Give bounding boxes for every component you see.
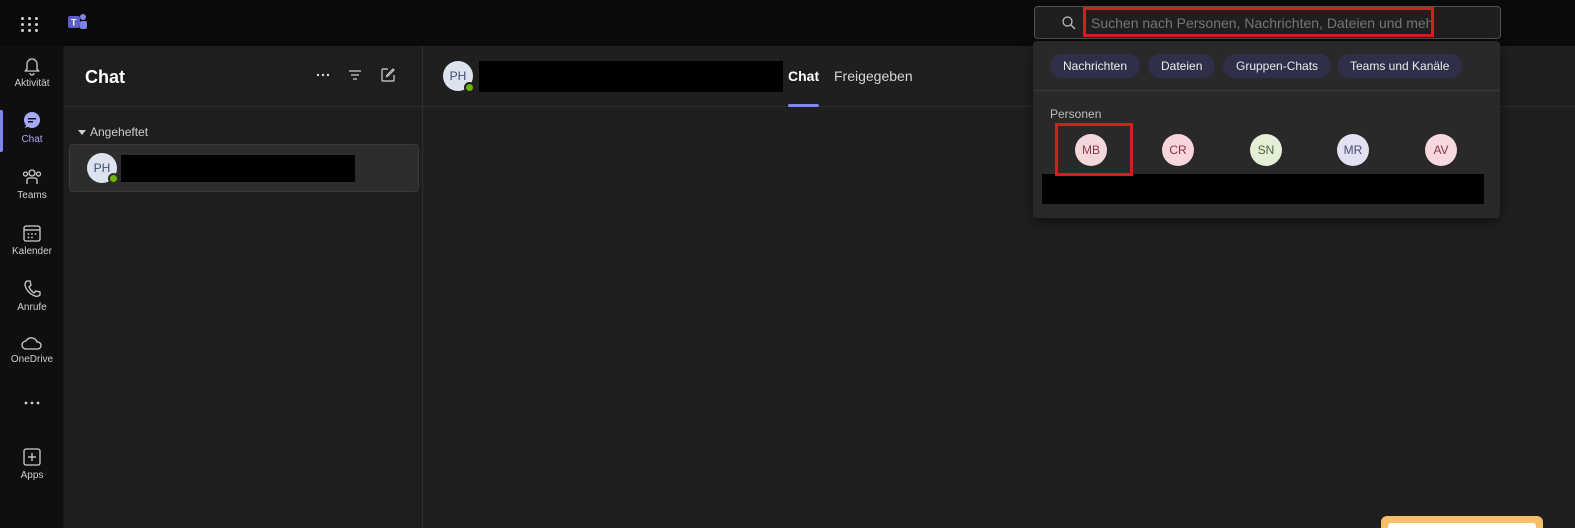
rail-item-apps[interactable]: Apps xyxy=(0,440,64,492)
chat-list-pane: Chat Angeheftet PH xyxy=(64,46,423,528)
more-icon xyxy=(24,401,40,405)
chat-icon xyxy=(24,112,40,128)
notification-toast-body xyxy=(1388,523,1536,528)
rail-item-label: Kalender xyxy=(11,246,53,257)
bell-icon xyxy=(24,58,40,76)
divider xyxy=(1033,90,1500,91)
tab-chat[interactable]: Chat xyxy=(788,68,820,107)
person-suggestion-sn[interactable]: SN xyxy=(1250,134,1282,166)
person-suggestion-mr[interactable]: MR xyxy=(1337,134,1369,166)
svg-text:T: T xyxy=(71,18,77,28)
presence-available-icon xyxy=(108,173,119,184)
rail-item-label: Teams xyxy=(17,190,47,201)
teams-logo-icon: T xyxy=(68,14,87,29)
rail-item-teams[interactable]: Teams xyxy=(0,160,64,212)
redacted-contact-name xyxy=(479,61,783,92)
filter-chip-files[interactable]: Dateien xyxy=(1148,54,1216,78)
search-highlight-box xyxy=(1083,7,1434,37)
app-rail: Aktivität Chat Teams Kalender Anrufe One… xyxy=(0,46,64,528)
redacted-person-name xyxy=(1042,174,1484,204)
people-section-label: Personen xyxy=(1050,107,1102,121)
pinned-section-toggle[interactable]: Angeheftet xyxy=(78,125,148,139)
filter-icon xyxy=(349,70,361,80)
calendar-icon xyxy=(23,225,41,242)
rail-item-label: Apps xyxy=(20,470,44,481)
rail-item-label: Anrufe xyxy=(17,302,47,313)
app-launcher-icon[interactable] xyxy=(18,12,42,36)
pinned-label: Angeheftet xyxy=(90,125,149,139)
filter-chip-messages[interactable]: Nachrichten xyxy=(1050,54,1141,78)
rail-item-chat[interactable]: Chat xyxy=(0,104,64,156)
rail-item-activity[interactable]: Aktivität xyxy=(0,48,64,100)
more-icon xyxy=(316,73,330,77)
rail-item-onedrive[interactable]: OneDrive xyxy=(0,328,64,380)
compose-icon xyxy=(381,68,395,82)
more-options-button[interactable] xyxy=(313,67,333,87)
teams-icon xyxy=(22,169,42,184)
filter-button[interactable] xyxy=(345,67,365,87)
rail-item-label: Aktivität xyxy=(14,78,50,89)
person-highlight-box xyxy=(1055,123,1133,176)
redacted-chat-name xyxy=(121,155,355,182)
add-app-icon xyxy=(23,448,41,466)
chat-list-header: Chat xyxy=(64,46,422,107)
presence-available-icon xyxy=(464,82,475,93)
search-icon xyxy=(1062,16,1076,30)
person-suggestion-cr[interactable]: CR xyxy=(1162,134,1194,166)
rail-item-calls[interactable]: Anrufe xyxy=(0,272,64,324)
phone-icon xyxy=(24,280,41,297)
rail-item-more[interactable] xyxy=(0,386,64,438)
cloud-icon xyxy=(21,337,42,350)
tab-shared[interactable]: Freigegeben xyxy=(834,68,913,84)
chevron-down-icon xyxy=(78,130,86,136)
filter-chip-group-chats[interactable]: Gruppen-Chats xyxy=(1223,54,1332,78)
rail-item-label: Chat xyxy=(21,134,43,145)
rail-item-label: OneDrive xyxy=(10,354,54,365)
chat-list-item[interactable]: PH xyxy=(69,144,419,192)
new-chat-button[interactable] xyxy=(378,67,398,87)
person-suggestion-av[interactable]: AV xyxy=(1425,134,1457,166)
rail-item-calendar[interactable]: Kalender xyxy=(0,216,64,268)
filter-chip-teams-channels[interactable]: Teams und Kanäle xyxy=(1337,54,1463,78)
page-title: Chat xyxy=(85,67,125,87)
